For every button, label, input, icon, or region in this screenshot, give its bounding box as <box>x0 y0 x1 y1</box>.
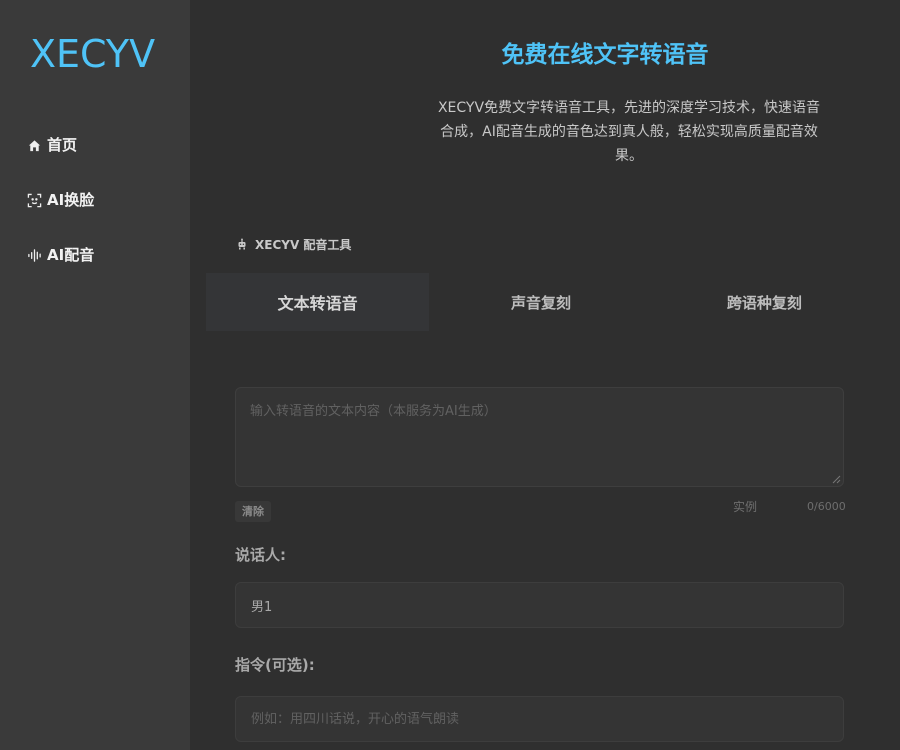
robot-icon <box>238 238 246 250</box>
audio-wave-icon <box>28 248 41 262</box>
face-scan-icon <box>27 193 42 207</box>
page-description: XECYV免费文字转语音工具，先进的深度学习技术，快速语音合成，AI配音生成的音… <box>437 100 821 164</box>
speaker-select[interactable]: 男1 <box>235 582 844 628</box>
instruction-input[interactable] <box>235 696 844 742</box>
sidebar: XECYV 首页 AI换脸 AI配音 <box>0 0 190 750</box>
sidebar-item-home[interactable]: 首页 <box>0 128 190 162</box>
sidebar-item-label: AI换脸 <box>47 191 95 209</box>
home-icon <box>28 139 41 151</box>
sidebar-item-label: AI配音 <box>47 246 95 264</box>
sidebar-item-ai-dubbing[interactable]: AI配音 <box>0 238 190 272</box>
example-link[interactable]: 实例 <box>733 499 757 515</box>
main-content: 免费在线文字转语音 XECYV免费文字转语音工具，先进的深度学习技术，快速语音合… <box>190 0 900 750</box>
logo[interactable]: XECYV <box>30 30 155 78</box>
clear-button[interactable]: 清除 <box>235 501 271 522</box>
speaker-label: 说话人: <box>235 546 286 564</box>
page-title: 免费在线文字转语音 <box>501 42 709 68</box>
tool-label-text: XECYV 配音工具 <box>255 237 352 252</box>
char-counter: 0/6000 <box>807 500 846 513</box>
app-window: XECYV 首页 AI换脸 AI配音 免费在线文字转语音 XECYV免费文字转语… <box>0 0 900 750</box>
text-input[interactable] <box>235 387 844 487</box>
tool-section-label: XECYV 配音工具 <box>236 234 351 254</box>
tab-text-to-speech[interactable]: 文本转语音 <box>206 273 430 331</box>
sidebar-item-label: 首页 <box>47 136 78 154</box>
resize-grip-icon[interactable] <box>831 474 841 484</box>
instruction-label: 指令(可选): <box>235 656 315 674</box>
tab-cross-lingual-clone[interactable]: 跨语种复刻 <box>653 273 876 331</box>
sidebar-nav: 首页 AI换脸 AI配音 <box>0 128 190 293</box>
tab-voice-clone[interactable]: 声音复刻 <box>429 273 652 331</box>
sidebar-item-ai-face-swap[interactable]: AI换脸 <box>0 183 190 217</box>
speaker-selected-value: 男1 <box>251 599 273 615</box>
tool-tabs: 文本转语音 声音复刻 跨语种复刻 <box>206 273 876 331</box>
